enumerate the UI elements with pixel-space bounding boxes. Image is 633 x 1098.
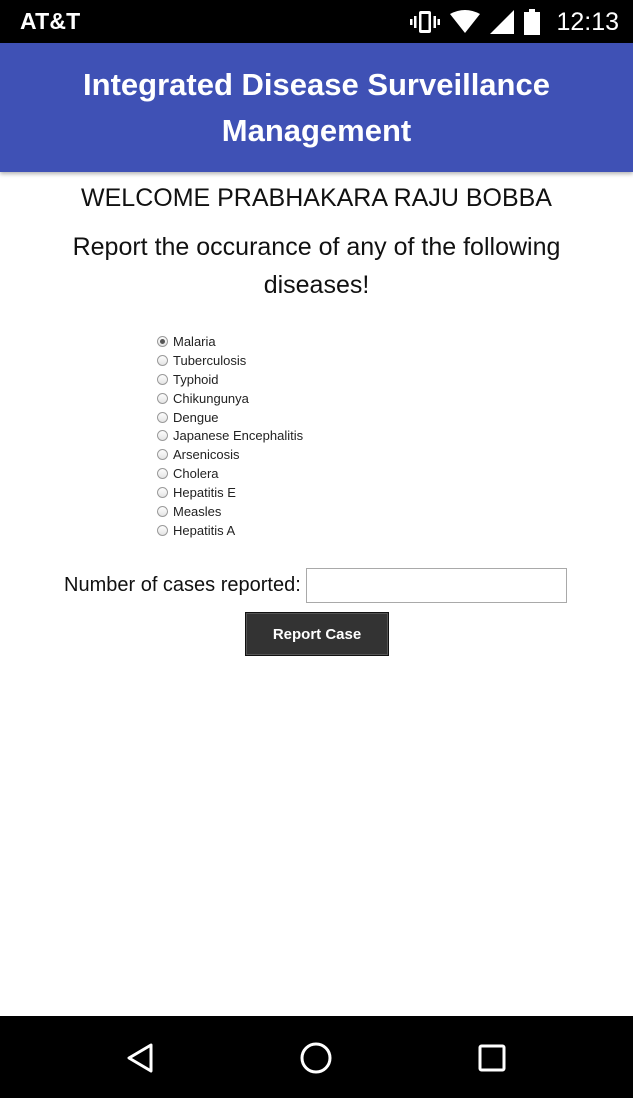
cell-signal-icon [490,10,515,34]
radio-button[interactable] [157,335,168,347]
recents-icon [478,1044,506,1072]
cases-input[interactable] [305,568,567,603]
wifi-icon [450,10,481,33]
radio-button[interactable] [157,430,168,442]
carrier-name: AT&T [20,8,81,34]
radio-button[interactable] [157,354,168,366]
disease-label: Dengue [173,409,219,425]
recents-button[interactable] [470,1036,514,1080]
radio-button[interactable] [157,487,168,499]
disease-option[interactable]: Malaria [157,332,457,351]
radio-button[interactable] [157,505,168,517]
welcome-message: WELCOME PRABHAKARA RAJU BOBBA [81,184,552,212]
disease-label: Hepatitis E [173,485,236,501]
disease-option[interactable]: Japanese Encephalitis [157,426,457,445]
radio-button[interactable] [157,524,168,536]
back-icon [127,1043,153,1073]
disease-label: Chikungunya [173,390,249,406]
cases-row: Number of cases reported: [64,568,567,603]
disease-option[interactable]: Dengue [157,408,457,427]
disease-label: Japanese Encephalitis [173,428,304,444]
back-button[interactable] [118,1036,162,1080]
vibrate-icon [410,11,441,33]
report-prompt: Report the occurance of any of the follo… [72,233,561,299]
disease-option[interactable]: Hepatitis E [157,483,457,502]
disease-option[interactable]: Tuberculosis [157,351,457,370]
disease-label: Tuberculosis [173,352,247,368]
disease-option[interactable]: Typhoid [157,370,457,389]
home-button[interactable] [294,1036,338,1080]
disease-option[interactable]: Hepatitis A [157,521,457,540]
radio-button[interactable] [157,373,168,385]
disease-radio-group: Malaria Tuberculosis Typhoid Chikungunya… [157,332,457,540]
radio-button[interactable] [157,411,168,423]
app-bar: Integrated Disease Surveillance Manageme… [0,43,633,172]
disease-label: Cholera [173,466,219,482]
radio-button[interactable] [157,468,168,480]
report-case-button[interactable]: Report Case [245,612,389,656]
disease-option[interactable]: Arsenicosis [157,445,457,464]
page-title: Integrated Disease Surveillance Manageme… [83,66,550,148]
disease-option[interactable]: Measles [157,502,457,521]
disease-label: Arsenicosis [173,447,240,463]
radio-button[interactable] [157,449,168,461]
clock: 12:13 [556,7,619,36]
battery-icon [524,9,541,35]
disease-option[interactable]: Chikungunya [157,389,457,408]
status-bar: AT&T 12:13 [0,0,633,43]
home-icon [300,1042,332,1074]
nav-bar [0,1016,633,1098]
cases-label: Number of cases reported: [64,574,301,596]
disease-label: Typhoid [173,371,219,387]
disease-label: Hepatitis A [173,522,236,538]
disease-label: Measles [173,503,222,519]
disease-label: Malaria [173,333,216,349]
radio-button[interactable] [157,392,168,404]
status-icons: 12:13 [410,6,619,38]
disease-option[interactable]: Cholera [157,464,457,483]
